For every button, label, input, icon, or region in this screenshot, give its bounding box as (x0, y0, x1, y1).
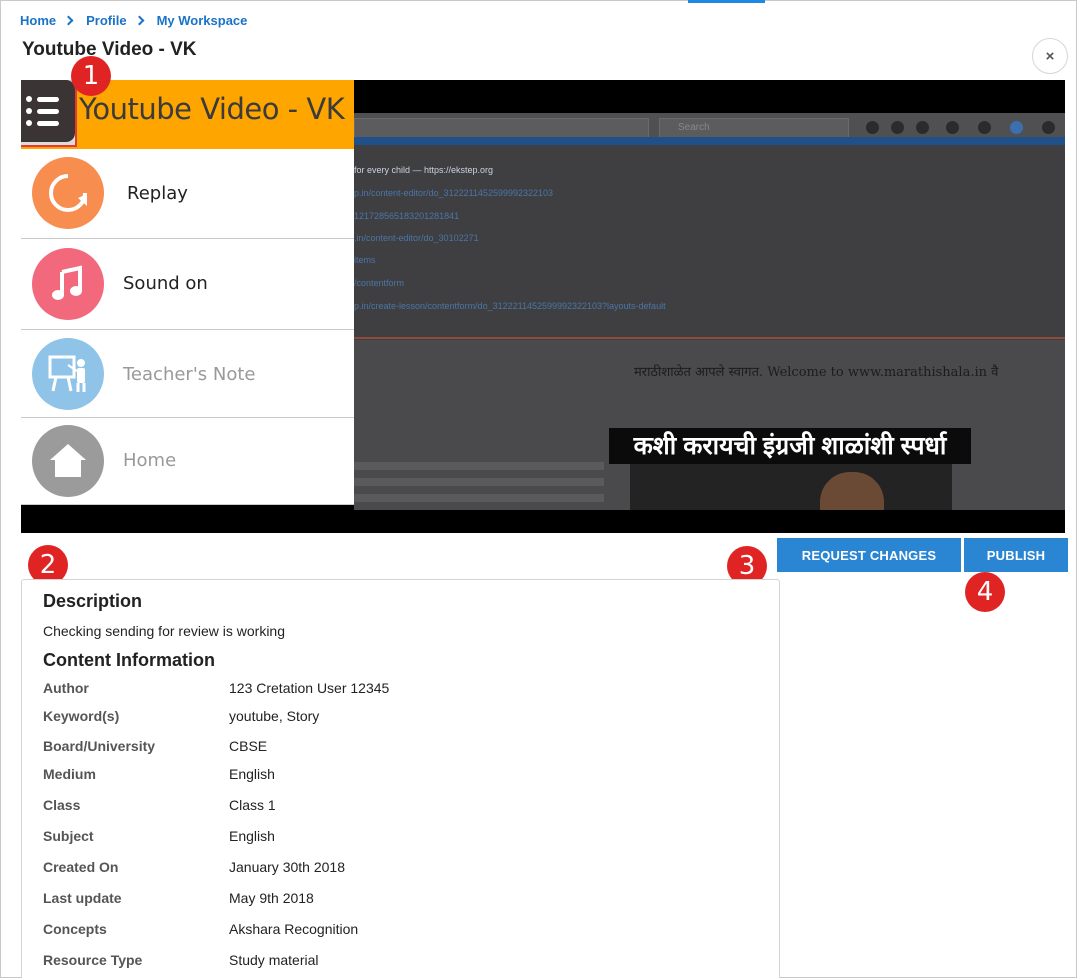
video-link-line: .in/content-editor/do_30102271 (354, 233, 479, 243)
info-label: Keyword(s) (43, 708, 120, 724)
video-link-line: for every child — https://ekstep.org (354, 165, 494, 175)
close-button[interactable]: × (1032, 38, 1068, 74)
info-row-board: Board/University CBSE (43, 738, 743, 758)
video-toolbar-icon (1042, 121, 1055, 134)
video-divider (354, 337, 1065, 339)
video-welcome-text: मराठीशाळेत आपले स्वागत. Welcome to www.m… (634, 365, 999, 380)
video-link-line: 121728565183201281841 (354, 211, 460, 221)
menu-item-sound[interactable]: Sound on (21, 239, 354, 330)
info-label: Author (43, 680, 89, 696)
chevron-right-icon (134, 15, 145, 26)
video-text-block (354, 462, 604, 470)
info-row-subject: Subject English (43, 828, 743, 848)
video-address-bar (354, 118, 649, 138)
info-row-resource-type: Resource Type Study material (43, 952, 743, 972)
info-value: English (229, 766, 275, 782)
info-label: Board/University (43, 738, 156, 754)
video-link-line: p.in/create-lesson/contentform/do_312221… (354, 301, 666, 311)
info-label: Medium (43, 766, 96, 782)
content-info-heading: Content Information (43, 650, 215, 670)
menu-item-teachers-note[interactable]: Teacher's Note (21, 330, 354, 418)
info-row-created-on: Created On January 30th 2018 (43, 859, 743, 879)
video-search-box: Search (659, 118, 849, 138)
video-presenter (630, 464, 952, 510)
video-frame[interactable]: Search for every child — https://ekstep.… (354, 113, 1065, 510)
chevron-right-icon (63, 15, 74, 26)
info-row-author: Author 123 Cretation User 12345 (43, 680, 743, 700)
info-value: Class 1 (229, 797, 276, 813)
video-toolbar-icon (946, 121, 959, 134)
description-heading: Description (43, 591, 143, 611)
description-text: Checking sending for review is working (43, 623, 285, 639)
info-value: CBSE (229, 738, 268, 754)
info-row-class: Class Class 1 (43, 797, 743, 817)
player-title-bar: Youtube Video - VK (21, 80, 354, 149)
info-value: Akshara Recognition (229, 921, 359, 937)
info-value: May 9th 2018 (229, 890, 314, 906)
video-link-line: /contentform (354, 278, 405, 288)
info-label: Resource Type (43, 952, 143, 968)
player-side-menu: Replay Sound on Teacher's Note Home (21, 149, 354, 505)
menu-item-label: Sound on (123, 273, 208, 294)
info-row-concepts: Concepts Akshara Recognition (43, 921, 743, 941)
publish-button[interactable]: PUBLISH (964, 538, 1068, 572)
video-text-block (354, 478, 604, 486)
active-tab-indicator (688, 0, 765, 3)
video-toolbar-icon (866, 121, 879, 134)
info-row-last-update: Last update May 9th 2018 (43, 890, 743, 910)
close-icon: × (1045, 47, 1055, 65)
video-link-line: p.in/content-editor/do_31222114525999923… (354, 188, 554, 198)
video-toolbar-icon (891, 121, 904, 134)
content-info-card: Description Checking sending for review … (21, 579, 780, 978)
video-page-content: मराठीशाळेत आपले स्वागत. Welcome to www.m… (354, 340, 1065, 510)
annotation-badge-1: 1 (71, 56, 111, 96)
player-title: Youtube Video - VK (79, 92, 345, 126)
info-value: January 30th 2018 (229, 859, 345, 875)
info-label: Subject (43, 828, 94, 844)
list-menu-icon (21, 80, 75, 142)
info-value: Study material (229, 952, 319, 968)
video-text-block (354, 494, 604, 502)
presenter-face (820, 472, 884, 510)
info-label: Concepts (43, 921, 107, 937)
info-value: 123 Cretation User 12345 (229, 680, 390, 696)
annotation-badge-4: 4 (965, 572, 1005, 612)
menu-item-label: Home (123, 450, 177, 471)
video-bookmark-strip (354, 137, 1065, 145)
player-menu-button[interactable] (21, 80, 77, 147)
info-row-medium: Medium English (43, 766, 743, 786)
info-label: Created On (43, 859, 119, 875)
video-toolbar-icon (1010, 121, 1023, 134)
breadcrumb: Home Profile My Workspace (20, 13, 247, 28)
breadcrumb-my-workspace[interactable]: My Workspace (157, 13, 248, 28)
info-value: youtube, Story (229, 708, 320, 724)
menu-item-label: Teacher's Note (123, 364, 256, 385)
content-player[interactable]: Search for every child — https://ekstep.… (21, 80, 1065, 533)
music-note-icon (32, 248, 104, 320)
teacher-board-icon (32, 338, 104, 410)
menu-item-home[interactable]: Home (21, 418, 354, 505)
breadcrumb-profile[interactable]: Profile (86, 13, 126, 28)
request-changes-button[interactable]: REQUEST CHANGES (777, 538, 961, 572)
menu-item-label: Replay (127, 183, 188, 204)
replay-icon (32, 157, 104, 229)
video-toolbar-icon (916, 121, 929, 134)
menu-item-replay[interactable]: Replay (21, 149, 354, 239)
info-label: Class (43, 797, 81, 813)
page-title: Youtube Video - VK (22, 39, 197, 60)
home-icon (32, 425, 104, 497)
info-value: English (229, 828, 275, 844)
video-link-line: items (354, 255, 376, 265)
video-toolbar-icon (978, 121, 991, 134)
info-row-keywords: Keyword(s) youtube, Story (43, 708, 743, 728)
breadcrumb-home[interactable]: Home (20, 13, 56, 28)
video-banner-text: कशी करायची इंग्रजी शाळांशी स्पर्धा (609, 428, 971, 464)
info-label: Last update (43, 890, 122, 906)
